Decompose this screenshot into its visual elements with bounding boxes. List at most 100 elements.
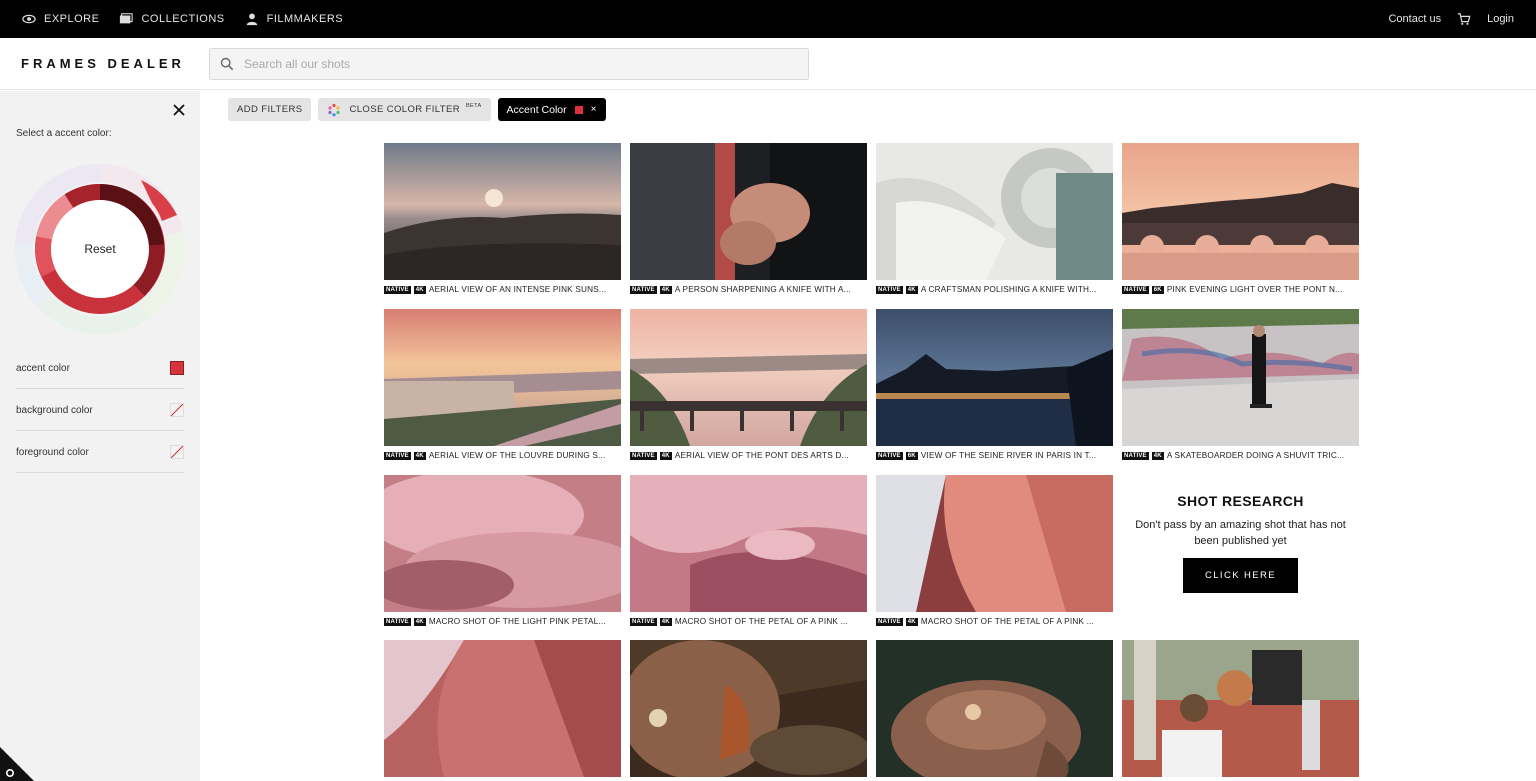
accent-color-chip[interactable]: Accent Color ×	[497, 98, 606, 121]
shot-thumbnail[interactable]	[384, 475, 621, 612]
native-badge: NATIVE	[630, 451, 657, 460]
native-badge: NATIVE	[1122, 451, 1149, 460]
search-input[interactable]	[244, 56, 784, 71]
person-icon	[246, 13, 257, 26]
shot-thumbnail[interactable]	[384, 143, 621, 280]
shot-research-title: SHOT RESEARCH	[1177, 493, 1304, 509]
shot-card[interactable]: NATIVE 4K A CRAFTSMAN POLISHING A KNIFE …	[876, 143, 1113, 294]
top-nav-bar: EXPLORE COLLECTIONS FILMMAKERS Contact u…	[0, 0, 1536, 38]
native-badge: NATIVE	[876, 285, 903, 294]
nav-collections[interactable]: COLLECTIONS	[119, 0, 224, 38]
wheel-reset-button[interactable]: Reset	[84, 242, 115, 256]
shot-caption: NATIVE 4K A SKATEBOARDER DOING A SHUVIT …	[1122, 451, 1359, 460]
shot-research-panel: SHOT RESEARCH Don't pass by an amazing s…	[1122, 475, 1359, 612]
shot-title[interactable]: MACRO SHOT OF THE LIGHT PINK PETAL...	[429, 617, 606, 626]
foreground-color-swatch[interactable]	[170, 445, 184, 459]
shot-thumbnail[interactable]	[876, 475, 1113, 612]
cart-icon[interactable]	[1457, 12, 1471, 26]
shot-thumbnail[interactable]	[876, 309, 1113, 446]
accent-color-row[interactable]: accent color	[16, 348, 184, 389]
sidebar-title: Select a accent color:	[16, 128, 112, 139]
shot-title[interactable]: VIEW OF THE SEINE RIVER IN PARIS IN T...	[921, 451, 1096, 460]
close-icon[interactable]	[172, 103, 186, 117]
shot-card[interactable]: NATIVE 4K A SKATEBOARDER DOING A SHUVIT …	[1122, 309, 1359, 460]
background-color-row[interactable]: background color	[16, 390, 184, 431]
native-badge: NATIVE	[630, 285, 657, 294]
shot-thumbnail[interactable]	[384, 640, 621, 777]
site-header: FRAMES DEALER	[0, 38, 1536, 90]
site-logo[interactable]: FRAMES DEALER	[21, 56, 209, 71]
shot-card[interactable]: NATIVE 4K AERIAL VIEW OF THE PONT DES AR…	[630, 309, 867, 460]
nav-explore[interactable]: EXPLORE	[22, 0, 99, 38]
shot-card[interactable]: NATIVE 6K PINK EVENING LIGHT OVER THE PO…	[1122, 143, 1359, 294]
shot-thumbnail[interactable]	[1122, 143, 1359, 280]
shot-card[interactable]	[1122, 640, 1359, 777]
shot-thumbnail[interactable]	[1122, 640, 1359, 777]
shot-thumbnail[interactable]	[876, 640, 1113, 777]
add-filters-button[interactable]: ADD FILTERS	[228, 98, 312, 121]
shot-card[interactable]: NATIVE 4K MACRO SHOT OF THE PETAL OF A P…	[876, 475, 1113, 626]
shot-card[interactable]: NATIVE 4K AERIAL VIEW OF AN INTENSE PINK…	[384, 143, 621, 294]
native-badge: NATIVE	[384, 285, 411, 294]
native-badge: NATIVE	[876, 617, 903, 626]
shot-card[interactable]: NATIVE 6K VIEW OF THE SEINE RIVER IN PAR…	[876, 309, 1113, 460]
shot-caption: NATIVE 4K MACRO SHOT OF THE PETAL OF A P…	[876, 617, 1113, 626]
resolution-badge: 6K	[1151, 285, 1164, 294]
resolution-badge: 6K	[905, 451, 918, 460]
shot-thumbnail[interactable]	[630, 309, 867, 446]
shot-thumbnail[interactable]	[630, 475, 867, 612]
color-filter-button[interactable]: CLOSE COLOR FILTER BETA	[318, 98, 491, 121]
shot-title[interactable]: AERIAL VIEW OF AN INTENSE PINK SUNS...	[429, 285, 606, 294]
native-badge: NATIVE	[876, 451, 903, 460]
shot-card[interactable]: NATIVE 4K MACRO SHOT OF THE LIGHT PINK P…	[384, 475, 621, 626]
search-box[interactable]	[209, 47, 809, 80]
shot-title[interactable]: AERIAL VIEW OF THE PONT DES ARTS D...	[675, 451, 849, 460]
shot-card[interactable]	[630, 640, 867, 777]
shot-title[interactable]: MACRO SHOT OF THE PETAL OF A PINK ...	[921, 617, 1094, 626]
shot-title[interactable]: MACRO SHOT OF THE PETAL OF A PINK ...	[675, 617, 848, 626]
beta-badge: BETA	[465, 103, 482, 109]
contact-link[interactable]: Contact us	[1388, 13, 1441, 25]
remove-accent-filter-icon[interactable]: ×	[591, 104, 597, 115]
shot-card[interactable]: NATIVE 4K A PERSON SHARPENING A KNIFE WI…	[630, 143, 867, 294]
shot-title[interactable]: A PERSON SHARPENING A KNIFE WITH A...	[675, 285, 851, 294]
accent-color-label: accent color	[16, 362, 70, 374]
shot-thumbnail[interactable]	[630, 143, 867, 280]
accent-chip-label: Accent Color	[506, 103, 567, 116]
shot-title[interactable]: A SKATEBOARDER DOING A SHUVIT TRIC...	[1167, 451, 1345, 460]
nav-collections-label: COLLECTIONS	[141, 13, 225, 25]
color-wheel[interactable]: Reset	[14, 163, 186, 335]
shot-caption: NATIVE 4K A PERSON SHARPENING A KNIFE WI…	[630, 285, 867, 294]
settings-tab[interactable]	[0, 747, 34, 781]
shot-research-text: Don't pass by an amazing shot that has n…	[1135, 519, 1346, 547]
color-filter-label: CLOSE COLOR FILTER	[349, 104, 460, 115]
shot-card[interactable]: NATIVE 4K AERIAL VIEW OF THE LOUVRE DURI…	[384, 309, 621, 460]
background-color-swatch[interactable]	[170, 403, 184, 417]
shot-caption: NATIVE 4K AERIAL VIEW OF THE PONT DES AR…	[630, 451, 867, 460]
shot-thumbnail[interactable]	[1122, 309, 1359, 446]
shot-title[interactable]: A CRAFTSMAN POLISHING A KNIFE WITH...	[921, 285, 1097, 294]
eye-icon	[22, 14, 36, 24]
shot-thumbnail[interactable]	[630, 640, 867, 777]
click-here-button[interactable]: CLICK HERE	[1183, 558, 1298, 593]
resolution-badge: 4K	[659, 617, 672, 626]
shot-card[interactable]: NATIVE 4K MACRO SHOT OF THE PETAL OF A P…	[630, 475, 867, 626]
login-link[interactable]: Login	[1487, 13, 1514, 25]
resolution-badge: 4K	[413, 451, 426, 460]
shot-title[interactable]: PINK EVENING LIGHT OVER THE PONT N...	[1167, 285, 1343, 294]
foreground-color-row[interactable]: foreground color	[16, 432, 184, 473]
native-badge: NATIVE	[384, 451, 411, 460]
shot-title[interactable]: AERIAL VIEW OF THE LOUVRE DURING S...	[429, 451, 606, 460]
shot-card[interactable]	[876, 640, 1113, 777]
shot-thumbnail[interactable]	[876, 143, 1113, 280]
shot-thumbnail[interactable]	[384, 309, 621, 446]
shot-caption: NATIVE 6K PINK EVENING LIGHT OVER THE PO…	[1122, 285, 1359, 294]
nav-filmmakers[interactable]: FILMMAKERS	[245, 0, 344, 38]
shot-card[interactable]	[384, 640, 621, 777]
search-icon	[220, 57, 234, 70]
top-nav-right: Contact us Login	[1388, 12, 1514, 26]
color-palette-icon	[328, 103, 341, 116]
native-badge: NATIVE	[1122, 285, 1149, 294]
accent-color-swatch[interactable]	[170, 361, 184, 375]
shot-caption: NATIVE 4K AERIAL VIEW OF AN INTENSE PINK…	[384, 285, 621, 294]
